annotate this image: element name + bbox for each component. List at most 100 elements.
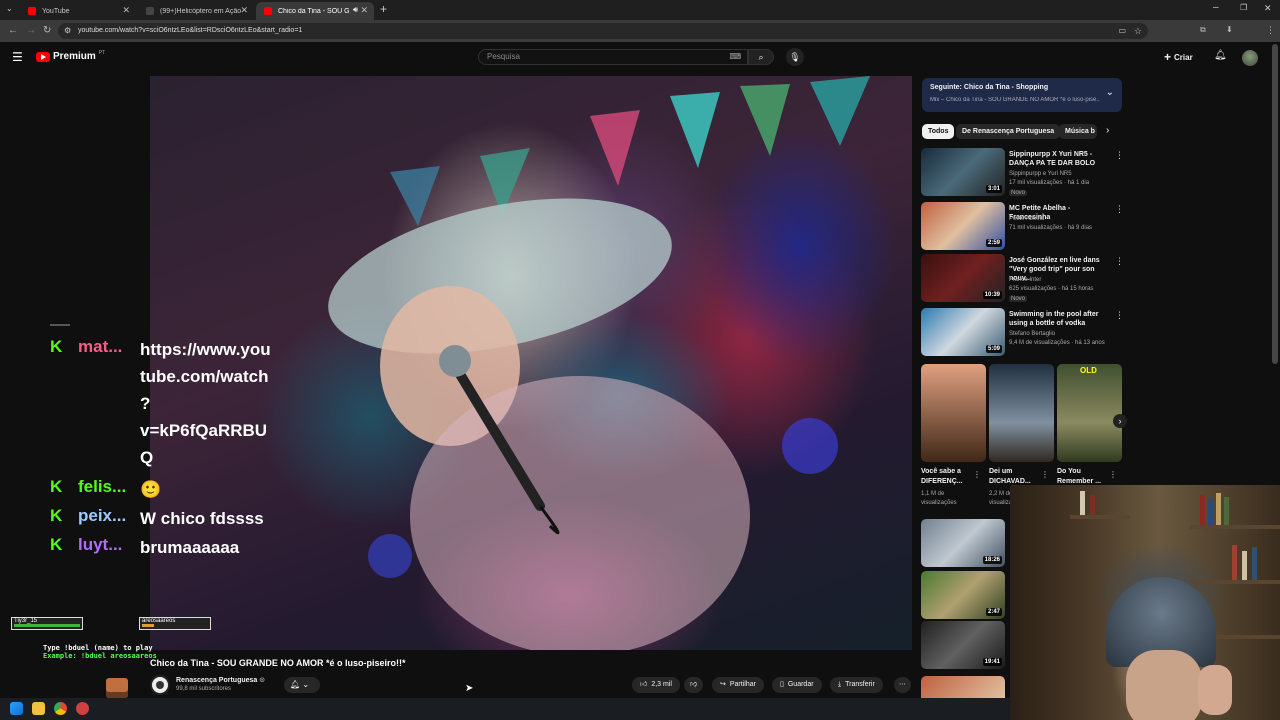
page-scrollbar[interactable] <box>1272 44 1278 364</box>
chat-emote: 🙂 <box>140 480 162 499</box>
site-info-icon[interactable]: ⚙ <box>64 23 71 39</box>
more-actions-button[interactable]: ⋯ <box>894 677 911 693</box>
duel-player-right: areosaareos <box>139 617 211 630</box>
chip-music[interactable]: Música b <box>1059 124 1097 139</box>
windows-start-icon[interactable] <box>10 702 23 715</box>
channel-avatar[interactable] <box>150 675 170 695</box>
book <box>1224 497 1229 525</box>
chip-all[interactable]: Todos <box>922 124 955 139</box>
recommendation-item[interactable]: 2:59 MC Petite Abelha - Francesinha Peti… <box>921 202 1124 252</box>
minimize-window-icon[interactable]: – <box>1213 2 1219 13</box>
close-tab-icon[interactable]: ✕ <box>240 5 248 16</box>
chat-message: K luyt... brumaaaaaa <box>50 534 290 560</box>
create-button[interactable]: + Criar <box>1164 49 1193 65</box>
up-next-panel[interactable]: Seguinte: Chico da Tina - Shopping Mix –… <box>922 78 1122 112</box>
download-button[interactable]: ⤓ Transferir <box>830 677 883 693</box>
video-thumbnail[interactable]: 2:59 <box>921 202 1005 250</box>
chat-message: K peix... W chico fdssss <box>50 505 290 531</box>
youtube-favicon-icon <box>28 7 36 15</box>
recommendation-item[interactable]: 5:09 Swimming in the pool after using a … <box>921 308 1124 358</box>
search-input[interactable]: Pesquisa ⌨ <box>478 49 748 65</box>
search-button[interactable]: ⌕ <box>748 49 774 65</box>
recommendation-item[interactable]: 3:01 Sippinpurpp X Yuri NR5 - DANÇA PA T… <box>921 148 1124 198</box>
more-options-icon[interactable]: ⋮ <box>973 470 981 479</box>
video-title: Chico da Tina - SOU GRANDE NO AMOR *é o … <box>150 658 406 668</box>
video-thumbnail[interactable]: 18:26 <box>921 519 1005 567</box>
channel-name[interactable]: Renascença Portuguesa ⊙ <box>176 676 265 684</box>
video-thumbnail[interactable]: 3:01 <box>921 148 1005 196</box>
recommendation-meta: 9,4 M de visualizações · há 13 anos <box>1009 340 1105 346</box>
more-options-icon[interactable]: ⋮ <box>1115 310 1124 321</box>
duel-player-left: Tiy3r_15 <box>11 617 83 630</box>
notifications-bell-icon[interactable]: 🔔︎ <box>1214 50 1227 61</box>
chat-line: https://www.you <box>140 340 271 359</box>
short-thumbnail[interactable]: OLD <box>1057 364 1122 462</box>
thumbs-up-icon: 👍︎ <box>640 681 648 688</box>
more-options-icon[interactable]: ⋮ <box>1115 204 1124 215</box>
new-badge: Novo <box>1009 296 1028 302</box>
chrome-icon[interactable] <box>54 702 67 715</box>
dislike-button[interactable]: 👎︎ <box>684 677 704 693</box>
more-options-icon[interactable]: ⋮ <box>1041 470 1049 479</box>
tab-chico-da-tina[interactable]: Chico da Tina - SOU GRANDE 🔊︎ ✕ <box>256 2 374 20</box>
chip-channel[interactable]: De Renascença Portuguesa <box>956 124 1061 139</box>
kick-badge-icon: K <box>50 506 63 525</box>
voice-search-button[interactable]: 🎙︎ <box>786 48 804 66</box>
close-tab-icon[interactable]: ✕ <box>122 5 130 16</box>
keyboard-icon[interactable]: ⌨ <box>729 50 741 64</box>
more-options-icon[interactable]: ⋮ <box>1109 470 1117 479</box>
extensions-icon[interactable]: ⧉ <box>1200 25 1206 35</box>
account-avatar[interactable] <box>1242 50 1258 66</box>
tab-search-icon[interactable]: ⌄ <box>6 4 13 13</box>
file-explorer-icon[interactable] <box>32 702 45 715</box>
video-thumbnail[interactable]: 19:41 <box>921 621 1005 669</box>
tab-youtube[interactable]: YouTube ✕ <box>20 2 136 20</box>
kick-badge-icon: K <box>50 477 63 496</box>
chat-line: ? <box>140 394 151 413</box>
subscription-bell-button[interactable]: 🔔︎ ⌄ <box>284 677 320 693</box>
book <box>1090 495 1095 515</box>
downloads-icon[interactable]: ⬇ <box>1226 25 1233 34</box>
short-thumbnail[interactable] <box>989 364 1054 462</box>
chevron-down-icon[interactable]: ⌄ <box>1106 87 1114 98</box>
chevron-right-icon[interactable]: › <box>1106 125 1109 136</box>
chat-line: Q <box>140 448 154 467</box>
video-thumbnail[interactable] <box>921 676 1005 698</box>
tab-tiktok[interactable]: (99+)Helicóptero em Ação | Tik ✕ <box>138 2 254 20</box>
back-icon[interactable]: ← <box>8 25 18 36</box>
shorts-next-icon[interactable]: › <box>1113 414 1127 428</box>
short-thumbnail[interactable] <box>921 364 986 462</box>
address-bar[interactable]: ⚙ youtube.com/watch?v=sciO6ntzLEo&list=R… <box>58 23 1148 39</box>
download-label: Transferir <box>845 681 875 688</box>
maximize-window-icon[interactable]: ❐ <box>1240 3 1247 12</box>
share-button[interactable]: ↪ Partilhar <box>712 677 764 693</box>
hamburger-menu-icon[interactable]: ☰ <box>12 50 23 64</box>
new-tab-icon[interactable]: + <box>380 2 387 16</box>
premium-label: Premium <box>53 51 96 62</box>
youtube-logo[interactable]: Premium PT <box>36 50 105 62</box>
chat-text: W chico fdssss <box>140 509 264 528</box>
more-options-icon[interactable]: ⋮ <box>1115 150 1124 161</box>
bookshelf <box>1070 515 1130 519</box>
save-button[interactable]: ▯ Guardar <box>772 677 822 693</box>
more-options-icon[interactable]: ⋮ <box>1115 256 1124 267</box>
book <box>1200 495 1205 525</box>
recommendation-item[interactable]: 10:39 José González en live dans "Very g… <box>921 254 1124 304</box>
like-button[interactable]: 👍︎ 2,3 mil <box>632 677 680 693</box>
chat-text: https://www.you tube.com/watch ? v=kP6fQ… <box>140 336 290 471</box>
like-count: 2,3 mil <box>651 681 672 688</box>
close-window-icon[interactable]: ✕ <box>1264 3 1272 14</box>
menu-dots-icon[interactable]: ⋮ <box>1266 25 1275 36</box>
video-thumbnail[interactable]: 10:39 <box>921 254 1005 302</box>
bookmark-star-icon[interactable]: ☆ <box>1134 23 1142 39</box>
forward-icon[interactable]: → <box>26 25 36 36</box>
video-thumbnail[interactable]: 2:47 <box>921 571 1005 619</box>
reload-icon[interactable]: ↻ <box>43 25 51 36</box>
obs-icon[interactable] <box>76 702 89 715</box>
video-thumbnail[interactable]: 5:09 <box>921 308 1005 356</box>
install-app-icon[interactable]: ▭ <box>1118 23 1126 39</box>
close-tab-icon[interactable]: ✕ <box>360 5 368 16</box>
plus-icon: + <box>1164 50 1172 64</box>
audio-playing-icon[interactable]: 🔊︎ <box>353 5 358 15</box>
search-icon: ⌕ <box>758 52 764 62</box>
